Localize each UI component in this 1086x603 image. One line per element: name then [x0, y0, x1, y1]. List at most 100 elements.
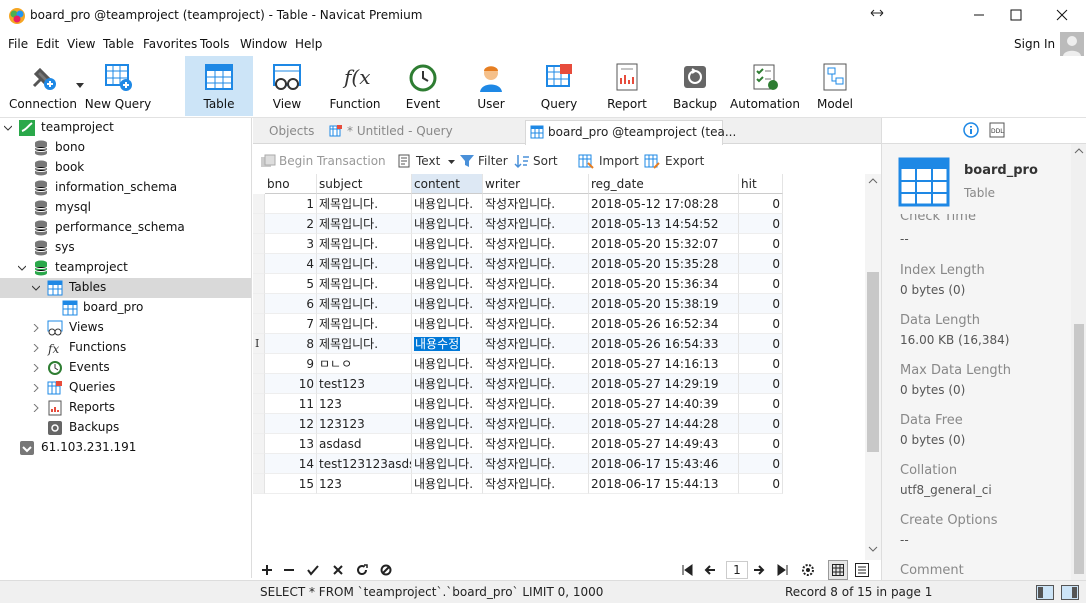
previous-page-icon[interactable] — [704, 564, 716, 576]
cell-content[interactable]: 내용입니다. — [412, 374, 483, 394]
backup-button[interactable]: Backup — [661, 56, 729, 116]
cell-subject[interactable]: asdasd — [317, 434, 412, 454]
table-row[interactable]: 7 제목입니다. 내용입니다. 작성자입니다. 2018-05-26 16:52:34 0 — [253, 314, 783, 334]
tab-untitled-query[interactable]: * Untitled - Query — [325, 120, 523, 144]
cell-writer[interactable]: 작성자입니다. — [483, 294, 589, 314]
cell-content[interactable]: 내용입니다. — [412, 474, 483, 494]
cell-bno[interactable]: 4 — [265, 254, 317, 274]
chevron-right-icon[interactable] — [32, 404, 40, 412]
table-row[interactable]: 14test123123asdsa내용입니다.작성자입니다.2018-06-17… — [253, 454, 783, 474]
cell-hit[interactable]: 0 — [739, 354, 783, 374]
cell-edit-selection[interactable]: 내용수정 — [414, 337, 461, 351]
row-indicator[interactable] — [253, 254, 265, 274]
layout-right-panel-icon[interactable] — [1061, 585, 1079, 600]
cell-content[interactable]: 내용입니다. — [412, 394, 483, 414]
chevron-right-icon[interactable] — [32, 384, 40, 392]
cell-writer[interactable]: 작성자입니다. — [483, 374, 589, 394]
tab-board-pro[interactable]: board_pro @teamproject (tea... — [525, 120, 736, 145]
cell-bno[interactable]: 13 — [265, 434, 317, 454]
cell-subject[interactable]: 제목입니다. — [317, 214, 412, 234]
cell-bno[interactable]: 9 — [265, 354, 317, 374]
last-page-icon[interactable] — [777, 564, 789, 576]
tree-db-teamproject[interactable]: teamproject — [0, 258, 252, 278]
cell-reg-date[interactable]: 2018-05-26 16:54:33 — [589, 334, 739, 354]
row-indicator[interactable] — [253, 414, 265, 434]
cell-bno[interactable]: 7 — [265, 314, 317, 334]
cell-writer[interactable]: 작성자입니다. — [483, 194, 589, 214]
cell-subject[interactable]: ㅁㄴㅇ — [317, 354, 412, 374]
tree-connection-remote[interactable]: 61.103.231.191 — [0, 438, 252, 458]
event-button[interactable]: Event — [389, 56, 457, 116]
cell-bno[interactable]: 6 — [265, 294, 317, 314]
column-header-writer[interactable]: writer — [483, 174, 589, 194]
cell-subject[interactable]: 제목입니다. — [317, 274, 412, 294]
column-header-bno[interactable]: bno — [265, 174, 317, 194]
cell-subject[interactable]: test123123asdsa — [317, 454, 412, 474]
ddl-icon[interactable]: DDL — [989, 122, 1005, 138]
row-indicator[interactable] — [253, 314, 265, 334]
page-number-input[interactable]: 1 — [726, 561, 748, 579]
tab-objects[interactable]: Objects — [257, 120, 321, 144]
cell-reg-date[interactable]: 2018-05-20 15:36:34 — [589, 274, 739, 294]
cell-subject[interactable]: 제목입니다. — [317, 254, 412, 274]
tree-queries[interactable]: Queries — [0, 378, 252, 398]
tree-db-performance-schema[interactable]: performance_schema — [0, 218, 252, 238]
cell-hit[interactable]: 0 — [739, 374, 783, 394]
cell-subject[interactable]: 제목입니다. — [317, 334, 412, 354]
cell-writer[interactable]: 작성자입니다. — [483, 454, 589, 474]
tree-functions[interactable]: fx Functions — [0, 338, 252, 358]
tree-connection-teamproject[interactable]: teamproject — [0, 118, 252, 138]
table-row[interactable]: 1 제목입니다. 내용입니다. 작성자입니다. 2018-05-12 17:08:28 0 — [253, 194, 783, 214]
cell-content[interactable]: 내용입니다. — [412, 454, 483, 474]
column-header-hit[interactable]: hit — [739, 174, 783, 194]
cell-content[interactable]: 내용수정 — [412, 334, 483, 354]
cell-subject[interactable]: 123123 — [317, 414, 412, 434]
tree-backups[interactable]: Backups — [0, 418, 252, 438]
cell-bno[interactable]: 14 — [265, 454, 317, 474]
new-query-button[interactable]: New Query — [84, 56, 152, 116]
tree-db-bono[interactable]: bono — [0, 138, 252, 158]
cell-hit[interactable]: 0 — [739, 414, 783, 434]
scrollbar-thumb[interactable] — [1074, 324, 1084, 574]
cell-reg-date[interactable]: 2018-05-26 16:52:34 — [589, 314, 739, 334]
cell-reg-date[interactable]: 2018-05-20 15:38:19 — [589, 294, 739, 314]
stop-icon[interactable] — [380, 564, 392, 576]
row-indicator[interactable] — [253, 474, 265, 494]
cell-reg-date[interactable]: 2018-05-13 14:54:52 — [589, 214, 739, 234]
tree-table-board-pro[interactable]: board_pro — [0, 298, 252, 318]
maximize-button[interactable] — [994, 0, 1040, 30]
table-row[interactable]: 10 test123 내용입니다. 작성자입니다. 2018-05-27 14:29:1… — [253, 374, 783, 394]
model-button[interactable]: Model — [801, 56, 869, 116]
cell-writer[interactable]: 작성자입니다. — [483, 414, 589, 434]
row-indicator[interactable] — [253, 354, 265, 374]
cell-subject[interactable]: 제목입니다. — [317, 294, 412, 314]
cell-bno[interactable]: 5 — [265, 274, 317, 294]
tree-reports[interactable]: Reports — [0, 398, 252, 418]
table-row[interactable]: 6 제목입니다. 내용입니다. 작성자입니다. 2018-05-20 15:38:19 0 — [253, 294, 783, 314]
cell-hit[interactable]: 0 — [739, 194, 783, 214]
begin-transaction-button[interactable]: Begin Transaction — [259, 148, 386, 174]
cell-hit[interactable]: 0 — [739, 434, 783, 454]
tree-db-sys[interactable]: sys — [0, 238, 252, 258]
row-indicator[interactable] — [253, 194, 265, 214]
table-row[interactable]: 11 123 내용입니다. 작성자입니다. 2018-05-27 14:40:39 0 — [253, 394, 783, 414]
row-indicator[interactable] — [253, 454, 265, 474]
menu-file[interactable]: File — [8, 37, 28, 51]
chevron-right-icon[interactable] — [32, 324, 40, 332]
connection-button[interactable]: Connection — [4, 56, 84, 116]
menu-help[interactable]: Help — [295, 37, 322, 51]
add-record-icon[interactable] — [261, 564, 273, 576]
grid-vertical-scrollbar[interactable] — [865, 174, 881, 560]
cell-reg-date[interactable]: 2018-05-12 17:08:28 — [589, 194, 739, 214]
cell-hit[interactable]: 0 — [739, 334, 783, 354]
menu-edit[interactable]: Edit — [36, 37, 59, 51]
row-indicator[interactable] — [253, 274, 265, 294]
cell-reg-date[interactable]: 2018-06-17 15:44:13 — [589, 474, 739, 494]
chevron-up-icon[interactable] — [1074, 148, 1084, 154]
delete-record-icon[interactable] — [283, 564, 295, 576]
cell-content[interactable]: 내용입니다. — [412, 354, 483, 374]
cell-content[interactable]: 내용입니다. — [412, 274, 483, 294]
menu-view[interactable]: View — [67, 37, 95, 51]
table-button[interactable]: Table — [185, 56, 253, 116]
view-button[interactable]: View — [253, 56, 321, 116]
